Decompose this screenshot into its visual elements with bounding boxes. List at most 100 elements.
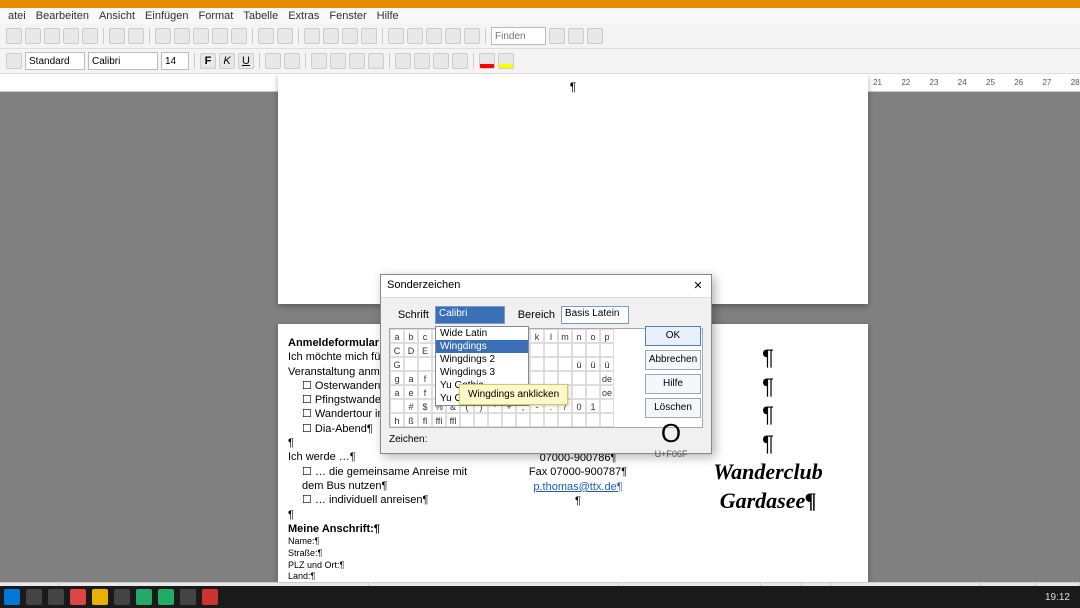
char-cell[interactable] — [600, 343, 614, 357]
char-cell[interactable] — [530, 371, 544, 385]
styles-icon[interactable] — [6, 53, 22, 69]
font-option-selected[interactable]: Wingdings — [436, 340, 528, 353]
menu-table[interactable]: Tabelle — [243, 10, 278, 22]
char-cell[interactable] — [558, 343, 572, 357]
char-cell[interactable]: g — [390, 371, 404, 385]
delete-button[interactable]: Löschen — [645, 398, 701, 418]
menu-file[interactable]: atei — [8, 10, 26, 22]
char-cell[interactable] — [530, 413, 544, 427]
char-cell[interactable]: f — [418, 371, 432, 385]
preview-icon[interactable] — [128, 28, 144, 44]
browser-icon[interactable] — [70, 589, 86, 605]
char-cell[interactable] — [600, 413, 614, 427]
menu-format[interactable]: Format — [198, 10, 233, 22]
char-cell[interactable]: ü — [572, 357, 586, 371]
char-cell[interactable]: ffl — [446, 413, 460, 427]
indent-dec-icon[interactable] — [433, 53, 449, 69]
char-cell[interactable]: D — [404, 343, 418, 357]
redo-icon[interactable] — [277, 28, 293, 44]
numbering-icon[interactable] — [395, 53, 411, 69]
font-combo[interactable]: Calibri — [435, 306, 505, 324]
find-next-icon[interactable] — [549, 28, 565, 44]
help-icon[interactable] — [464, 28, 480, 44]
char-cell[interactable]: ü — [586, 357, 600, 371]
font-option[interactable]: Wingdings 2 — [436, 353, 528, 366]
char-cell[interactable] — [572, 385, 586, 399]
char-cell[interactable]: h — [390, 413, 404, 427]
explorer-icon[interactable] — [92, 589, 108, 605]
image-icon[interactable] — [342, 28, 358, 44]
char-cell[interactable]: o — [586, 329, 600, 343]
char-cell[interactable] — [586, 343, 600, 357]
format-paint-icon[interactable] — [231, 28, 247, 44]
char-cell[interactable]: b — [404, 329, 418, 343]
sub-icon[interactable] — [284, 53, 300, 69]
dialog-titlebar[interactable]: Sonderzeichen ✕ — [381, 275, 711, 298]
char-cell[interactable] — [530, 357, 544, 371]
char-cell[interactable]: a — [390, 385, 404, 399]
print-icon[interactable] — [109, 28, 125, 44]
char-cell[interactable]: $ — [418, 399, 432, 413]
char-cell[interactable]: m — [558, 329, 572, 343]
char-cell[interactable]: 0 — [572, 399, 586, 413]
char-cell[interactable] — [558, 357, 572, 371]
app-icon[interactable] — [202, 589, 218, 605]
style-select[interactable] — [25, 52, 85, 70]
align-right-icon[interactable] — [349, 53, 365, 69]
highlight-icon[interactable] — [498, 53, 514, 69]
page-1[interactable]: ¶ — [278, 74, 868, 304]
start-icon[interactable] — [4, 589, 20, 605]
char-cell[interactable]: G — [390, 357, 404, 371]
app-icon[interactable] — [114, 589, 130, 605]
menubar[interactable]: atei Bearbeiten Ansicht Einfügen Format … — [0, 8, 1080, 24]
close-icon[interactable]: ✕ — [691, 279, 705, 293]
menu-help[interactable]: Hilfe — [377, 10, 399, 22]
app-icon[interactable] — [158, 589, 174, 605]
find-prev-icon[interactable] — [568, 28, 584, 44]
font-option[interactable]: Wide Latin — [436, 327, 528, 340]
char-cell[interactable] — [544, 413, 558, 427]
align-center-icon[interactable] — [330, 53, 346, 69]
char-cell[interactable] — [390, 399, 404, 413]
new-doc-icon[interactable] — [6, 28, 22, 44]
char-cell[interactable] — [586, 385, 600, 399]
char-cell[interactable] — [600, 399, 614, 413]
zoom-icon[interactable] — [445, 28, 461, 44]
ok-button[interactable]: OK — [645, 326, 701, 346]
open-icon[interactable] — [25, 28, 41, 44]
help-button[interactable]: Hilfe — [645, 374, 701, 394]
char-cell[interactable]: n — [572, 329, 586, 343]
char-cell[interactable]: p — [600, 329, 614, 343]
indent-inc-icon[interactable] — [452, 53, 468, 69]
char-cell[interactable] — [558, 413, 572, 427]
char-cell[interactable] — [474, 413, 488, 427]
cut-icon[interactable] — [174, 28, 190, 44]
align-justify-icon[interactable] — [368, 53, 384, 69]
find-all-icon[interactable] — [587, 28, 603, 44]
char-cell[interactable] — [488, 413, 502, 427]
char-cell[interactable] — [572, 371, 586, 385]
underline-icon[interactable]: U — [238, 53, 254, 69]
menu-window[interactable]: Fenster — [329, 10, 366, 22]
font-color-icon[interactable] — [479, 53, 495, 69]
mail-icon[interactable] — [63, 28, 79, 44]
menu-edit[interactable]: Bearbeiten — [36, 10, 89, 22]
char-cell[interactable]: ß — [404, 413, 418, 427]
font-select[interactable] — [88, 52, 158, 70]
char-cell[interactable] — [460, 413, 474, 427]
char-cell[interactable] — [544, 371, 558, 385]
nav-icon[interactable] — [388, 28, 404, 44]
char-cell[interactable]: ü — [600, 357, 614, 371]
char-cell[interactable] — [586, 413, 600, 427]
search-icon[interactable] — [26, 589, 42, 605]
char-cell[interactable]: de — [600, 371, 614, 385]
italic-icon[interactable]: K — [219, 53, 235, 69]
char-cell[interactable]: fl — [418, 413, 432, 427]
app-icon[interactable] — [180, 589, 196, 605]
font-option[interactable]: Wingdings 3 — [436, 366, 528, 379]
nonprint-icon[interactable] — [426, 28, 442, 44]
area-combo[interactable]: Basis Latein — [561, 306, 629, 324]
char-cell[interactable]: E — [418, 343, 432, 357]
paste-icon[interactable] — [212, 28, 228, 44]
taskbar-time[interactable]: 19:12 — [1045, 592, 1076, 603]
